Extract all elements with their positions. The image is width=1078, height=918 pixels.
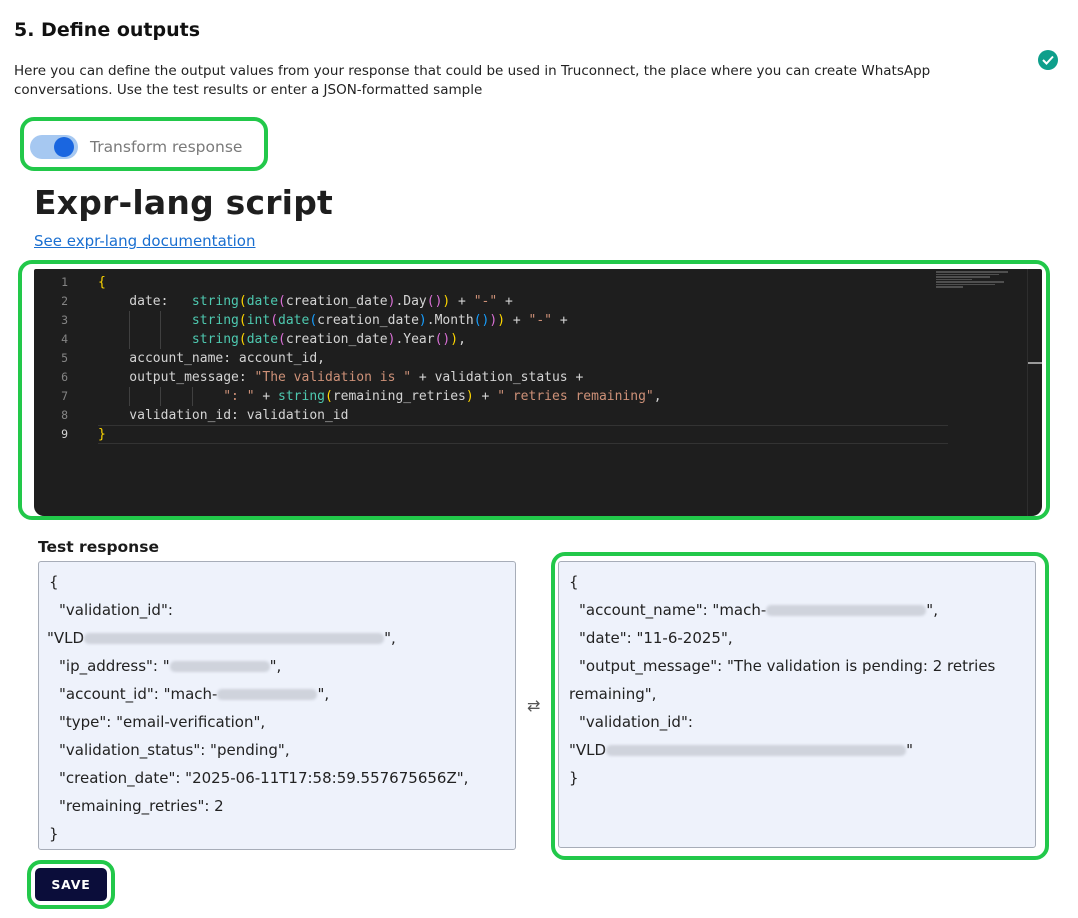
save-button[interactable]: SAVE [35,868,107,901]
code-line[interactable]: ": " + string(remaining_retries) + " ret… [98,387,948,406]
json-line: } [49,825,59,843]
line-number: 8 [61,408,68,422]
code-line[interactable]: string(date(creation_date).Year()), [98,330,948,349]
toggle-track[interactable] [30,135,78,159]
json-line: "account_id": "mach- ", [59,685,330,703]
test-response-label: Test response [38,538,159,556]
json-line: } [569,769,579,787]
json-line: { [49,573,59,591]
check-circle-icon [1038,50,1058,70]
transform-response-toggle[interactable]: Transform response [30,135,242,159]
indent-guide [160,387,162,406]
indent-guide [160,330,162,349]
line-numbers: 1 2 3 4 5 6 7 8 9 [34,273,78,444]
swap-arrows-icon: ⇄ [527,696,541,715]
editor-scrollbar[interactable] [1027,269,1042,516]
code-editor[interactable]: 1 2 3 4 5 6 7 8 9 { date: string(date(cr… [34,269,1042,516]
redacted-value [606,745,907,756]
json-line: "date": "11-6-2025", [579,629,733,647]
line-number: 7 [61,389,68,403]
line-number: 1 [61,275,68,289]
redacted-value [84,633,385,644]
json-line: { [569,573,579,591]
json-line: remaining", [569,685,657,703]
section-description: Here you can define the output values fr… [14,63,931,98]
code-line[interactable]: output_message: "The validation is " + v… [98,368,948,387]
json-line: "validation_id": [579,713,693,731]
line-number: 3 [61,313,68,327]
json-line: "VLD " [569,741,913,759]
code-line[interactable]: date: string(date(creation_date).Day()) … [98,292,948,311]
code-line[interactable]: string(int(date(creation_date).Month()))… [98,311,948,330]
json-line: "validation_id": [59,601,173,619]
code-line[interactable]: } [98,425,948,444]
redacted-value [766,605,927,616]
indent-guide [191,387,193,406]
json-line: "ip_address": " ", [59,657,282,675]
json-line: "VLD ", [47,629,396,647]
line-number: 2 [61,294,68,308]
indent-guide [129,387,131,406]
line-number: 9 [61,427,68,441]
json-line: "type": "email-verification", [59,713,266,731]
script-title: Expr-lang script [34,183,333,222]
section-title: 5. Define outputs [14,19,201,41]
indent-guide [129,330,131,349]
json-line: "creation_date": "2025-06-11T17:58:59.55… [59,769,469,787]
json-line: "output_message": "The validation is pen… [579,657,996,675]
code-line[interactable]: account_name: account_id, [98,349,948,368]
json-line: "validation_status": "pending", [59,741,290,759]
indent-guide [129,311,131,330]
documentation-link[interactable]: See expr-lang documentation [34,232,256,250]
toggle-label: Transform response [90,138,243,156]
redacted-value [217,689,318,700]
code-lines[interactable]: { date: string(date(creation_date).Day()… [98,273,948,444]
toggle-knob[interactable] [54,137,74,157]
json-line: "remaining_retries": 2 [59,797,224,815]
minimap[interactable] [936,271,1026,291]
code-line[interactable]: { [98,273,948,292]
code-line[interactable]: validation_id: validation_id [98,406,948,425]
indent-guide [160,311,162,330]
line-number: 6 [61,370,68,384]
line-number: 5 [61,351,68,365]
json-line: "account_name": "mach- ", [579,601,938,619]
test-input-panel[interactable]: { "validation_id": "VLD ", "ip_address": … [38,561,516,850]
test-output-panel[interactable]: { "account_name": "mach- ", "date": "11-6… [558,561,1036,848]
line-number: 4 [61,332,68,346]
redacted-value [169,661,270,672]
